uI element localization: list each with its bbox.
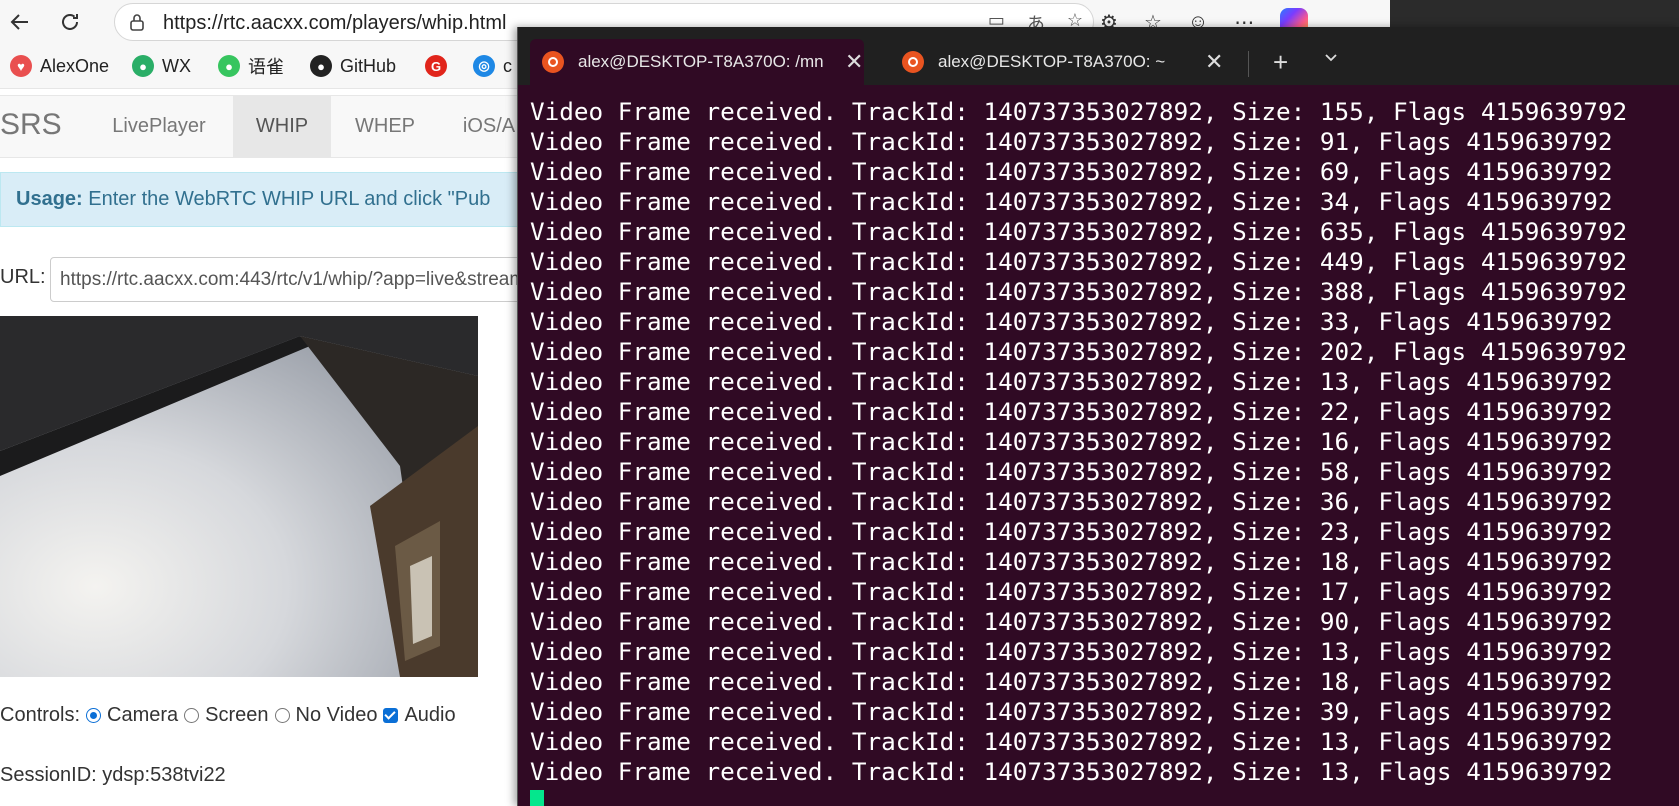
terminal-line: Video Frame received. TrackId: 140737353… bbox=[530, 97, 1628, 126]
close-icon[interactable]: ✕ bbox=[845, 49, 863, 75]
bookmark-wx[interactable]: ● WX bbox=[132, 53, 191, 79]
terminal-line: Video Frame received. TrackId: 140737353… bbox=[530, 367, 1613, 396]
terminal-line: Video Frame received. TrackId: 140737353… bbox=[530, 457, 1613, 486]
new-tab-icon[interactable]: + bbox=[1273, 47, 1288, 78]
reload-button[interactable] bbox=[54, 6, 86, 38]
bookmark-alexone[interactable]: ♥ AlexOne bbox=[10, 53, 109, 79]
reload-icon bbox=[62, 13, 78, 30]
audio-checkbox[interactable] bbox=[383, 708, 399, 723]
chevron-down-icon[interactable] bbox=[1323, 49, 1339, 65]
ubuntu-icon bbox=[542, 51, 564, 73]
url-text: https://rtc.aacxx.com/players/whip.html bbox=[163, 12, 507, 34]
no-video-radio[interactable] bbox=[274, 708, 290, 723]
terminal-tabbar: alex@DESKTOP-T8A370O: /mnt ✕ alex@DESKTO… bbox=[518, 27, 1679, 85]
terminal-line: Video Frame received. TrackId: 140737353… bbox=[530, 127, 1613, 156]
terminal-line: Video Frame received. TrackId: 140737353… bbox=[530, 487, 1613, 516]
github-icon: ● bbox=[310, 55, 332, 77]
circle-icon: ◎ bbox=[473, 55, 495, 77]
terminal-line: Video Frame received. TrackId: 140737353… bbox=[530, 277, 1628, 306]
terminal-line: Video Frame received. TrackId: 140737353… bbox=[530, 427, 1613, 456]
terminal-line: Video Frame received. TrackId: 140737353… bbox=[530, 307, 1613, 336]
session-id: SessionID: ydsp:538tvi22 bbox=[0, 764, 226, 786]
desktop-strip bbox=[1390, 0, 1679, 27]
terminal-tab-2[interactable]: alex@DESKTOP-T8A370O: ~ ✕ bbox=[890, 39, 1224, 85]
camera-radio[interactable] bbox=[86, 708, 102, 723]
g-icon: G bbox=[425, 55, 447, 77]
controls-label: Controls: bbox=[0, 704, 81, 726]
nav-whip[interactable]: WHIP bbox=[233, 96, 331, 157]
bookmark-github[interactable]: ● GitHub bbox=[310, 53, 396, 79]
bookmark-yuque[interactable]: ● 语雀 bbox=[218, 53, 284, 79]
terminal-line: Video Frame received. TrackId: 140737353… bbox=[530, 697, 1613, 726]
nav-liveplayer[interactable]: LivePlayer bbox=[92, 96, 226, 157]
brand[interactable]: SRS bbox=[0, 108, 62, 142]
terminal-line: Video Frame received. TrackId: 140737353… bbox=[530, 607, 1613, 636]
close-icon[interactable]: ✕ bbox=[1205, 49, 1223, 75]
terminal-line: Video Frame received. TrackId: 140737353… bbox=[530, 637, 1613, 666]
heart-icon: ♥ bbox=[10, 55, 32, 77]
terminal-line: Video Frame received. TrackId: 140737353… bbox=[530, 577, 1613, 606]
bookmark-c[interactable]: ◎ c bbox=[473, 53, 512, 79]
wechat-icon: ● bbox=[132, 55, 154, 77]
url-label: URL: bbox=[0, 266, 46, 288]
camera-preview bbox=[0, 316, 478, 677]
camera-frame-image bbox=[0, 316, 478, 677]
usage-text: Enter the WebRTC WHIP URL and click "Pub bbox=[82, 188, 491, 210]
terminal-line: Video Frame received. TrackId: 140737353… bbox=[530, 547, 1613, 576]
terminal-line: Video Frame received. TrackId: 140737353… bbox=[530, 157, 1613, 186]
ubuntu-icon bbox=[902, 51, 924, 73]
terminal-tab-1[interactable]: alex@DESKTOP-T8A370O: /mnt ✕ bbox=[530, 39, 864, 85]
terminal-line: Video Frame received. TrackId: 140737353… bbox=[530, 337, 1628, 366]
nav-whep[interactable]: WHEP bbox=[331, 96, 439, 157]
terminal-output: Video Frame received. TrackId: 140737353… bbox=[530, 97, 1627, 787]
controls-row: Controls: Camera Screen No Video Audio bbox=[0, 704, 456, 726]
terminal-line: Video Frame received. TrackId: 140737353… bbox=[530, 217, 1628, 246]
terminal-line: Video Frame received. TrackId: 140737353… bbox=[530, 517, 1613, 546]
back-arrow-icon bbox=[10, 14, 28, 30]
terminal-line: Video Frame received. TrackId: 140737353… bbox=[530, 397, 1613, 426]
terminal-line: Video Frame received. TrackId: 140737353… bbox=[530, 757, 1613, 786]
terminal-window: alex@DESKTOP-T8A370O: /mnt ✕ alex@DESKTO… bbox=[517, 27, 1679, 806]
terminal-line: Video Frame received. TrackId: 140737353… bbox=[530, 187, 1613, 216]
terminal-line: Video Frame received. TrackId: 140737353… bbox=[530, 247, 1628, 276]
bookmark-g[interactable]: G bbox=[425, 53, 447, 79]
screen-radio[interactable] bbox=[184, 708, 200, 723]
terminal-line: Video Frame received. TrackId: 140737353… bbox=[530, 727, 1613, 756]
usage-label: Usage: bbox=[16, 188, 83, 210]
terminal-cursor bbox=[530, 790, 544, 806]
lock-icon bbox=[130, 14, 144, 31]
yuque-icon: ● bbox=[218, 55, 240, 77]
back-button[interactable] bbox=[4, 6, 36, 38]
terminal-line: Video Frame received. TrackId: 140737353… bbox=[530, 667, 1613, 696]
